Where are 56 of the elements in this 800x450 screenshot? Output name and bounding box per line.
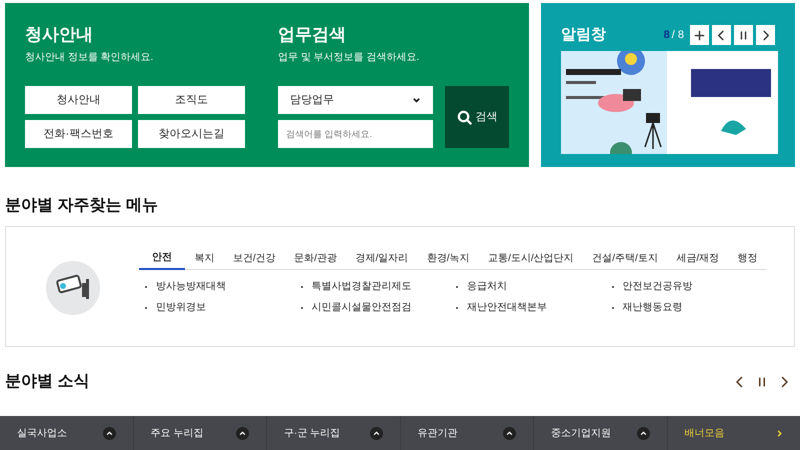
category-tab[interactable]: 경제/일자리: [346, 247, 418, 269]
category-tab[interactable]: 건설/주택/토지: [582, 247, 668, 269]
section-title: 청사안내: [25, 24, 94, 46]
site-dropdown[interactable]: 유관기관: [400, 416, 533, 450]
search-icon: [456, 110, 472, 124]
plus-icon: [694, 30, 705, 40]
link-button[interactable]: 찾아오시는길: [138, 120, 245, 148]
site-dropdown[interactable]: 구·군 누리집: [266, 416, 400, 450]
category-tab[interactable]: 환경/녹지: [418, 247, 479, 269]
chevron-up-icon: [370, 426, 382, 440]
cctv-camera-icon: [46, 260, 100, 314]
category-tab[interactable]: 안전: [139, 247, 185, 270]
category-tab[interactable]: 문화/관광: [284, 247, 346, 269]
page-current: 8: [664, 28, 670, 43]
banner-link[interactable]: 배너모음: [666, 416, 800, 450]
menu-link[interactable]: 방사능방재대책: [145, 279, 300, 294]
category-tab[interactable]: 보건/건강: [224, 247, 285, 269]
search-field[interactable]: 검색어를 입력하세요.: [278, 120, 433, 148]
pause-button[interactable]: [734, 25, 753, 45]
category-tab[interactable]: 행정: [728, 247, 767, 269]
notice-title: 알림창: [561, 24, 606, 45]
menu-link[interactable]: 응급처치: [456, 279, 612, 294]
menu-link[interactable]: 재난행동요령: [612, 300, 767, 315]
chevron-down-icon: [412, 96, 421, 104]
pause-icon: [756, 376, 768, 388]
site-dropdown[interactable]: 실국사업소: [0, 416, 132, 450]
plus-button[interactable]: [690, 25, 709, 45]
prev-button[interactable]: [712, 25, 731, 45]
category-tab[interactable]: 교통/도시/산업단지: [478, 247, 583, 269]
menu-link[interactable]: 재난안전대책본부: [456, 300, 612, 315]
chevron-up-icon: [102, 426, 116, 440]
category-select[interactable]: 담당업무: [278, 86, 433, 114]
section-heading: 분야별 소식: [5, 372, 90, 392]
chevron-up-icon: [503, 426, 516, 440]
site-dropdown[interactable]: 주요 누리집: [132, 416, 266, 450]
section-heading: 분야별 자주찾는 메뉴: [4, 196, 159, 216]
site-dropdown[interactable]: 중소기업지원: [533, 416, 666, 450]
section-subtitle: 청사안내 정보를 확인하세요.: [25, 51, 154, 65]
chevron-up-icon: [236, 426, 249, 440]
search-button[interactable]: 검색: [445, 86, 509, 148]
link-button[interactable]: 청사안내: [25, 86, 132, 114]
category-tab[interactable]: 복지: [185, 247, 224, 269]
page-total: / 8: [672, 28, 684, 43]
section-title: 업무검색: [278, 24, 347, 46]
category-tab[interactable]: 세금/재정: [667, 247, 728, 269]
link-button[interactable]: 조직도: [138, 86, 245, 114]
menu-link[interactable]: 특별사법경찰관리제도: [300, 279, 456, 294]
menu-link[interactable]: 시민콜시설물안전점검: [300, 300, 456, 315]
next-button[interactable]: [756, 25, 775, 45]
menu-link[interactable]: 안전보건공유방: [612, 279, 767, 294]
chevron-right-icon: [776, 430, 783, 436]
chevron-up-icon: [636, 426, 650, 440]
pause-icon: [738, 30, 749, 40]
section-subtitle: 업무 및 부서정보를 검색하세요.: [278, 51, 420, 65]
link-button[interactable]: 전화·팩스번호: [25, 120, 132, 148]
menu-link[interactable]: 민방위경보: [145, 300, 300, 315]
